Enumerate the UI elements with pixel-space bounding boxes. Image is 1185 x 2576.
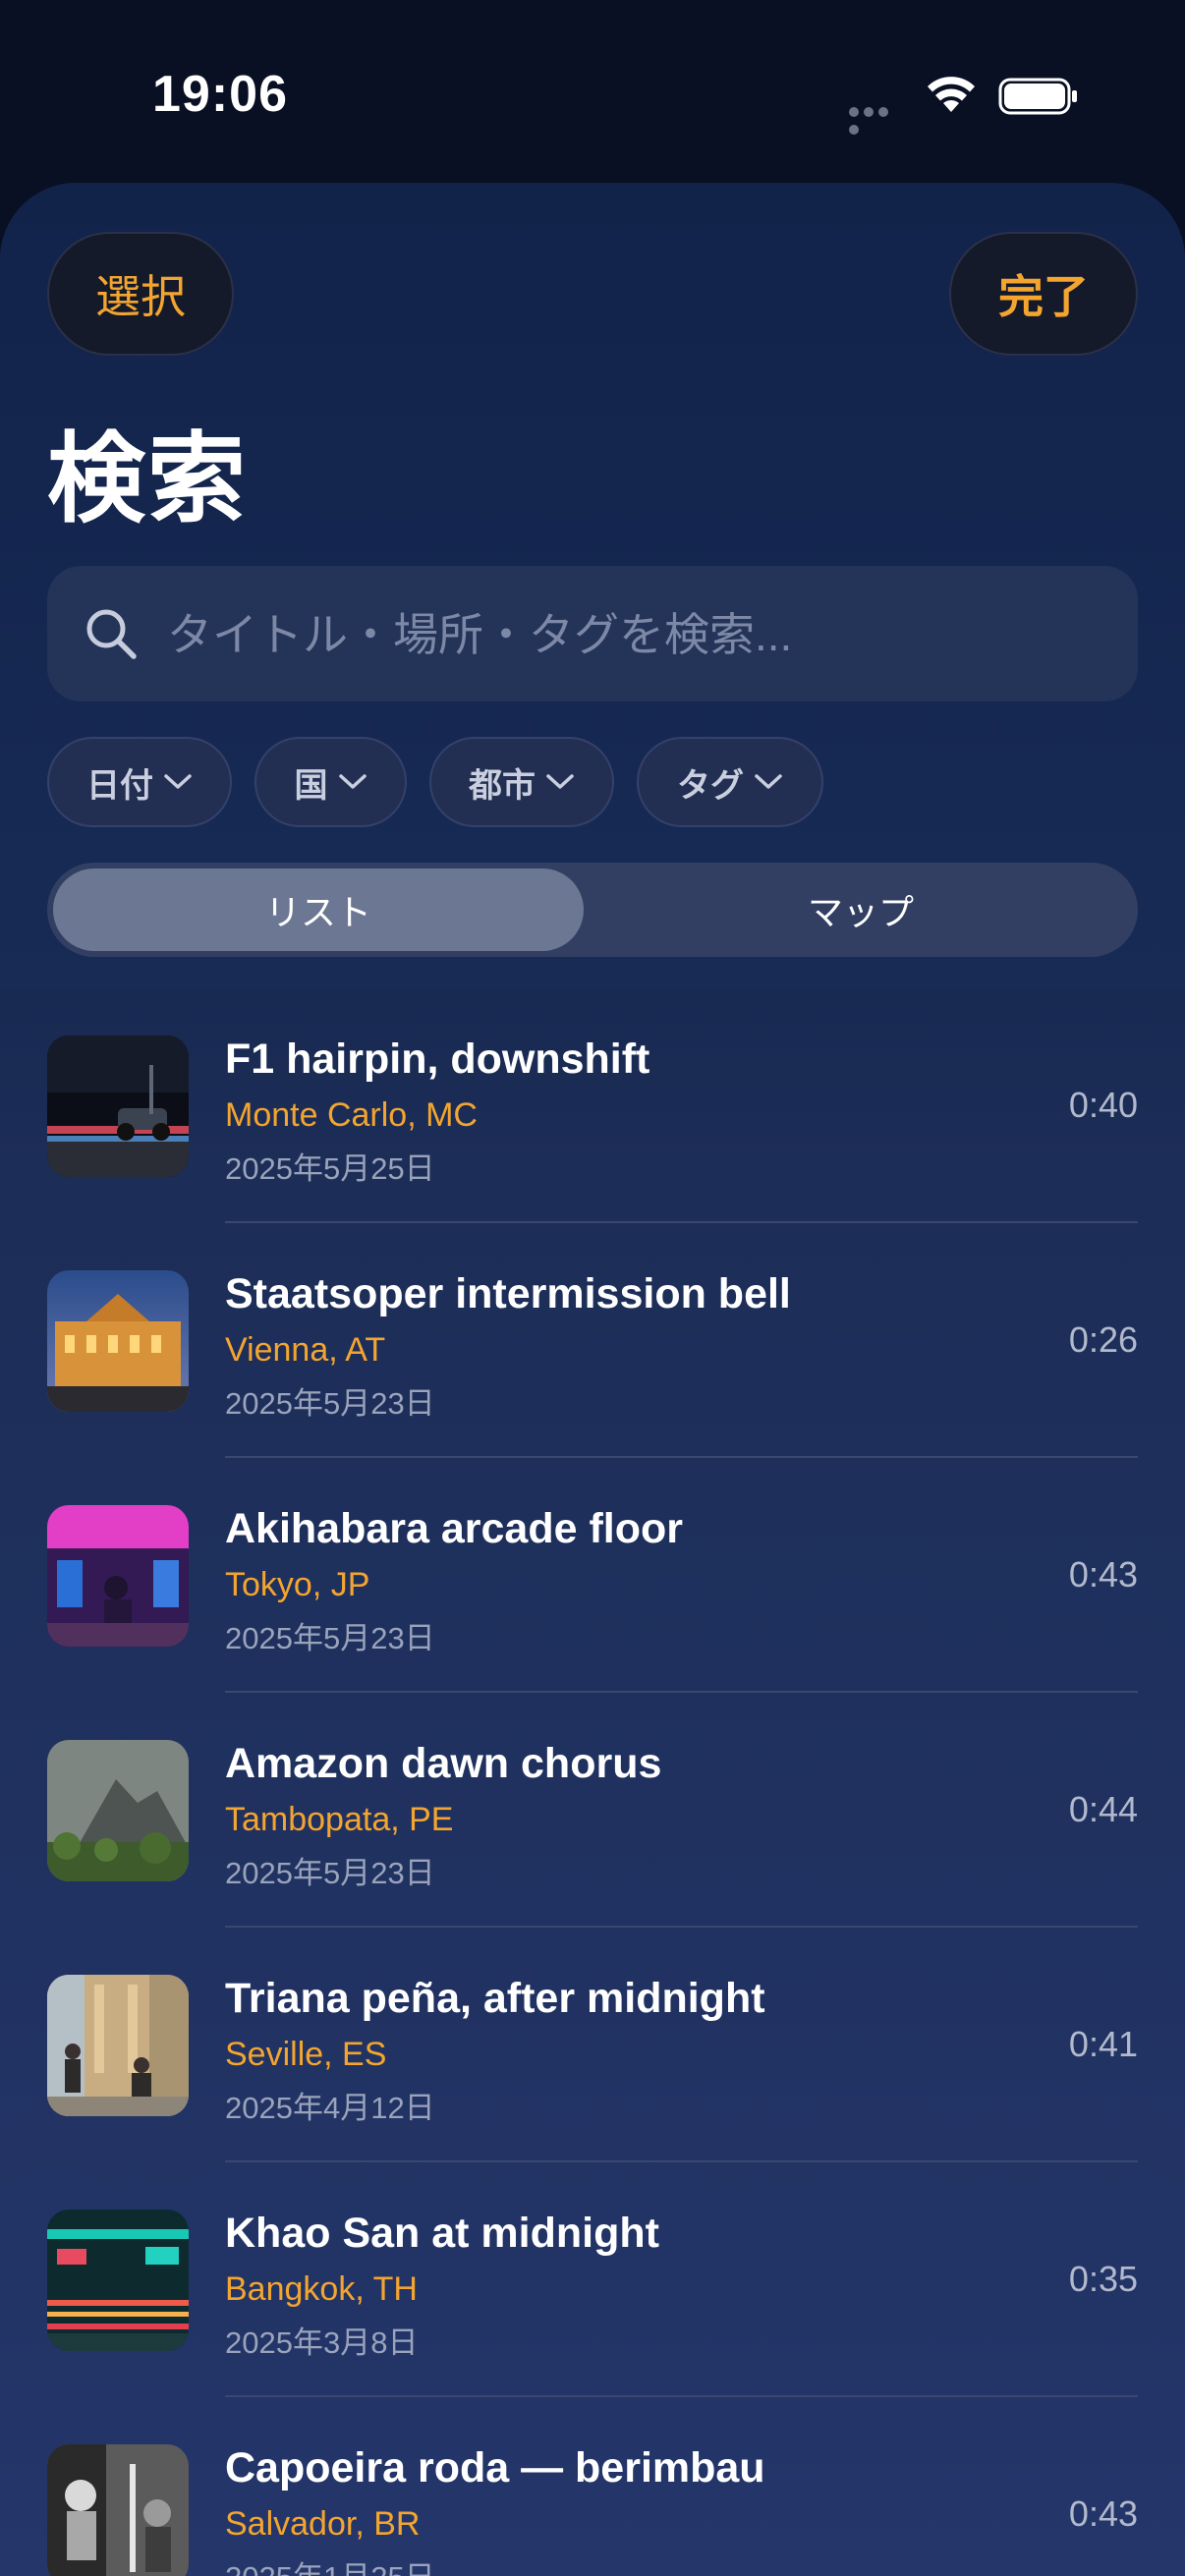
done-button[interactable]: 完了 xyxy=(949,232,1138,356)
screen: 19:06 選択 完了 検索 日付 xyxy=(0,0,1185,2576)
filter-country-label: 国 xyxy=(294,766,328,805)
recording-location: Seville, ES xyxy=(225,2036,387,2073)
recording-date: 2025年5月23日 xyxy=(225,1386,435,1421)
search-sheet: 選択 完了 検索 日付 国 都市 タグ xyxy=(0,183,1185,2576)
search-bar[interactable] xyxy=(47,566,1138,703)
battery-icon xyxy=(998,78,1077,115)
recording-location: Monte Carlo, MC xyxy=(225,1096,478,1134)
recording-date: 2025年5月23日 xyxy=(225,1621,435,1655)
segment-list[interactable]: リスト xyxy=(53,868,584,951)
recording-row[interactable]: Capoeira roda — berimbau Salvador, BR 20… xyxy=(0,2397,1185,2576)
status-bar: 19:06 xyxy=(0,0,1185,187)
filter-city-label: 都市 xyxy=(469,766,536,805)
recording-location: Tokyo, JP xyxy=(225,1566,370,1603)
recording-thumbnail xyxy=(47,1270,189,1412)
recording-thumbnail xyxy=(47,2210,189,2351)
filter-date-label: 日付 xyxy=(86,766,153,805)
recording-location: Salvador, BR xyxy=(225,2505,421,2543)
recording-thumbnail xyxy=(47,1036,189,1177)
recording-row[interactable]: Amazon dawn chorus Tambopata, PE 2025年5月… xyxy=(0,1693,1185,1928)
chevron-down-icon xyxy=(546,774,574,789)
view-mode-segmented-control: リスト マップ xyxy=(47,863,1138,957)
recording-duration: 0:35 xyxy=(1068,2259,1138,2299)
recording-duration: 0:26 xyxy=(1068,1319,1138,1360)
filter-country-chip[interactable]: 国 xyxy=(254,737,407,827)
recording-title: Khao San at midnight xyxy=(225,2210,659,2257)
recording-location: Tambopata, PE xyxy=(225,1801,454,1838)
recording-title: Triana peña, after midnight xyxy=(225,1975,765,2022)
recording-duration: 0:41 xyxy=(1068,2024,1138,2064)
recording-location: Bangkok, TH xyxy=(225,2270,418,2308)
recording-duration: 0:40 xyxy=(1068,1085,1138,1125)
recording-row[interactable]: Akihabara arcade floor Tokyo, JP 2025年5月… xyxy=(0,1458,1185,1693)
recording-row[interactable]: Khao San at midnight Bangkok, TH 2025年3月… xyxy=(0,2162,1185,2397)
recording-thumbnail xyxy=(47,1975,189,2116)
filter-tag-chip[interactable]: タグ xyxy=(637,737,823,827)
recording-thumbnail xyxy=(47,2444,189,2576)
select-button[interactable]: 選択 xyxy=(47,232,234,356)
wifi-icon xyxy=(928,77,975,112)
search-icon xyxy=(86,609,137,659)
page-title: 検索 xyxy=(47,424,248,534)
search-input[interactable] xyxy=(165,566,1112,703)
filter-date-chip[interactable]: 日付 xyxy=(47,737,232,827)
recording-title: F1 hairpin, downshift xyxy=(225,1036,650,1083)
filter-city-chip[interactable]: 都市 xyxy=(429,737,614,827)
recording-row[interactable]: Triana peña, after midnight Seville, ES … xyxy=(0,1928,1185,2162)
recording-thumbnail xyxy=(47,1505,189,1647)
segment-map[interactable]: マップ xyxy=(590,868,1132,951)
recording-title: Capoeira roda — berimbau xyxy=(225,2444,765,2492)
recording-date: 2025年4月12日 xyxy=(225,2091,435,2125)
recording-duration: 0:43 xyxy=(1068,1554,1138,1595)
chevron-down-icon xyxy=(755,774,782,789)
cellular-signal-icon xyxy=(849,104,904,135)
recording-date: 2025年3月8日 xyxy=(225,2325,419,2360)
recording-title: Amazon dawn chorus xyxy=(225,1740,662,1787)
recording-row[interactable]: Staatsoper intermission bell Vienna, AT … xyxy=(0,1223,1185,1458)
recording-duration: 0:43 xyxy=(1068,2493,1138,2534)
chevron-down-icon xyxy=(338,774,367,789)
recording-row[interactable]: F1 hairpin, downshift Monte Carlo, MC 20… xyxy=(0,988,1185,1223)
status-time: 19:06 xyxy=(152,66,288,123)
recording-location: Vienna, AT xyxy=(225,1331,386,1369)
recording-title: Staatsoper intermission bell xyxy=(225,1270,791,1317)
recording-date: 2025年5月25日 xyxy=(225,1151,435,1186)
recording-duration: 0:44 xyxy=(1068,1789,1138,1829)
recording-title: Akihabara arcade floor xyxy=(225,1505,684,1552)
chevron-down-icon xyxy=(164,774,192,789)
recording-thumbnail xyxy=(47,1740,189,1881)
recording-date: 2025年5月23日 xyxy=(225,1856,435,1890)
recording-date: 2025年1月25日 xyxy=(225,2552,435,2576)
filter-tag-label: タグ xyxy=(677,766,744,805)
